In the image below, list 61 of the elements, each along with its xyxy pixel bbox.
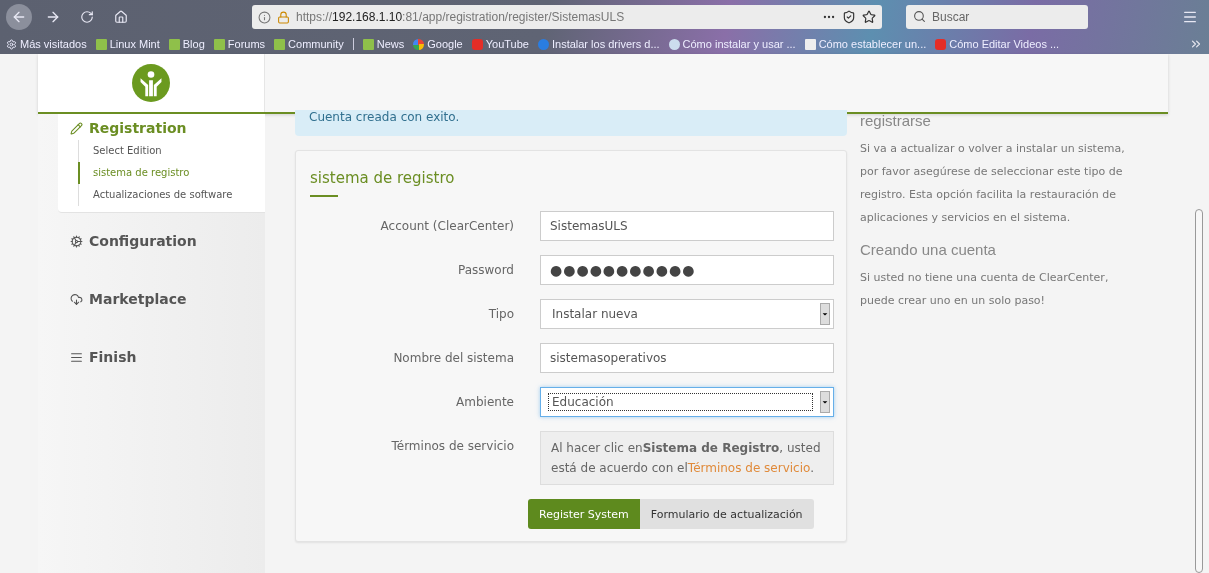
- search-icon: [913, 10, 926, 23]
- bookmark-link[interactable]: Forums: [213, 38, 266, 50]
- menu-icon: [1182, 9, 1198, 25]
- field-label: Account (ClearCenter): [379, 219, 514, 233]
- search-field[interactable]: Buscar: [906, 5, 1088, 29]
- sidebar-item[interactable]: Marketplace: [58, 275, 265, 323]
- bookmark-link[interactable]: Community: [274, 38, 344, 50]
- field-label: Password: [456, 263, 514, 277]
- help-heading: Creando una cuenta: [860, 241, 997, 258]
- password-field[interactable]: ●●●●●●●●●●●: [540, 255, 834, 285]
- cloud-icon: [70, 292, 83, 306]
- field-label: Tipo: [487, 307, 514, 321]
- register-button[interactable]: Register System: [528, 499, 640, 529]
- gear-icon: [6, 38, 17, 50]
- bookmark-link[interactable]: Más visitados: [6, 38, 87, 50]
- select-field[interactable]: Instalar nueva: [540, 299, 834, 329]
- sidebar-item[interactable]: Finish: [58, 333, 265, 381]
- bookmark-link[interactable]: Blog: [168, 38, 205, 50]
- address-bar[interactable]: https://192.168.1.10:81/app/registration/register/SistemasULS: [252, 5, 882, 29]
- logo-icon: [132, 64, 170, 102]
- home-icon: [114, 10, 128, 24]
- bookmark-link[interactable]: Google: [413, 38, 463, 50]
- form-title: sistema de registro: [310, 169, 456, 187]
- input-field[interactable]: sistemasoperativos: [540, 343, 834, 373]
- bookmark-link[interactable]: Cómo instalar y usar ...: [668, 38, 796, 50]
- bookmark-link[interactable]: Cómo Editar Videos ...: [935, 38, 1060, 50]
- back-button[interactable]: [6, 4, 32, 30]
- bookmark-link[interactable]: Instalar los drivers d...: [537, 38, 660, 50]
- help-text: Si va a actualizar o volver a instalar un sistema, por favor asegúrese de seleccionar este tipo de registro. Esta opción facilita la restauración de aplicaciones y servicios en el sistema.: [860, 141, 1126, 226]
- forward-arrow-icon: [45, 9, 61, 25]
- update-form-button[interactable]: Formulario de actualización: [639, 499, 814, 529]
- google-icon: [413, 38, 425, 50]
- select-field[interactable]: Educación: [540, 387, 834, 417]
- bookmark-link[interactable]: Linux Mint: [95, 38, 160, 50]
- sidebar-item[interactable]: Registration: [58, 118, 265, 140]
- terms-text: Al hacer clic enSistema de Registro, usted está de acuerdo con elTérminos de servicio.: [540, 431, 834, 485]
- help-heading: registrarse: [860, 112, 932, 129]
- star-icon[interactable]: [862, 10, 876, 24]
- sidebar-subitem[interactable]: sistema de registro: [78, 162, 265, 184]
- field-label: Nombre del sistema: [392, 351, 514, 365]
- input-field[interactable]: SistemasULS: [540, 211, 834, 241]
- bookmark-link[interactable]: Cómo establecer un...: [804, 38, 927, 50]
- field-label: Términos de servicio: [390, 438, 514, 453]
- caret-icon: [820, 391, 830, 413]
- caret-icon: [820, 303, 830, 325]
- reload-icon: [80, 10, 94, 24]
- gears-icon: [70, 234, 83, 248]
- pencil-icon: [70, 121, 83, 135]
- chevron-icon[interactable]: [1189, 37, 1203, 51]
- field-label: Ambiente: [455, 395, 514, 409]
- sidebar-subitem[interactable]: Actualizaciones de software: [78, 184, 265, 206]
- sidebar-subitem[interactable]: Select Edition: [78, 140, 265, 162]
- bookmark-link[interactable]: News: [362, 38, 405, 50]
- success-alert: Cuenta creada con exito.: [295, 110, 847, 136]
- lock-icon: [277, 10, 290, 24]
- bookmark-link[interactable]: YouTube: [471, 38, 529, 50]
- sidebar-item[interactable]: Configuration: [58, 217, 265, 265]
- info-icon: [258, 10, 271, 24]
- help-text: Si usted no tiene una cuenta de ClearCenter, puede crear uno en un solo paso!: [860, 270, 1110, 309]
- list-icon: [70, 350, 83, 364]
- scrollbar[interactable]: [1195, 209, 1203, 573]
